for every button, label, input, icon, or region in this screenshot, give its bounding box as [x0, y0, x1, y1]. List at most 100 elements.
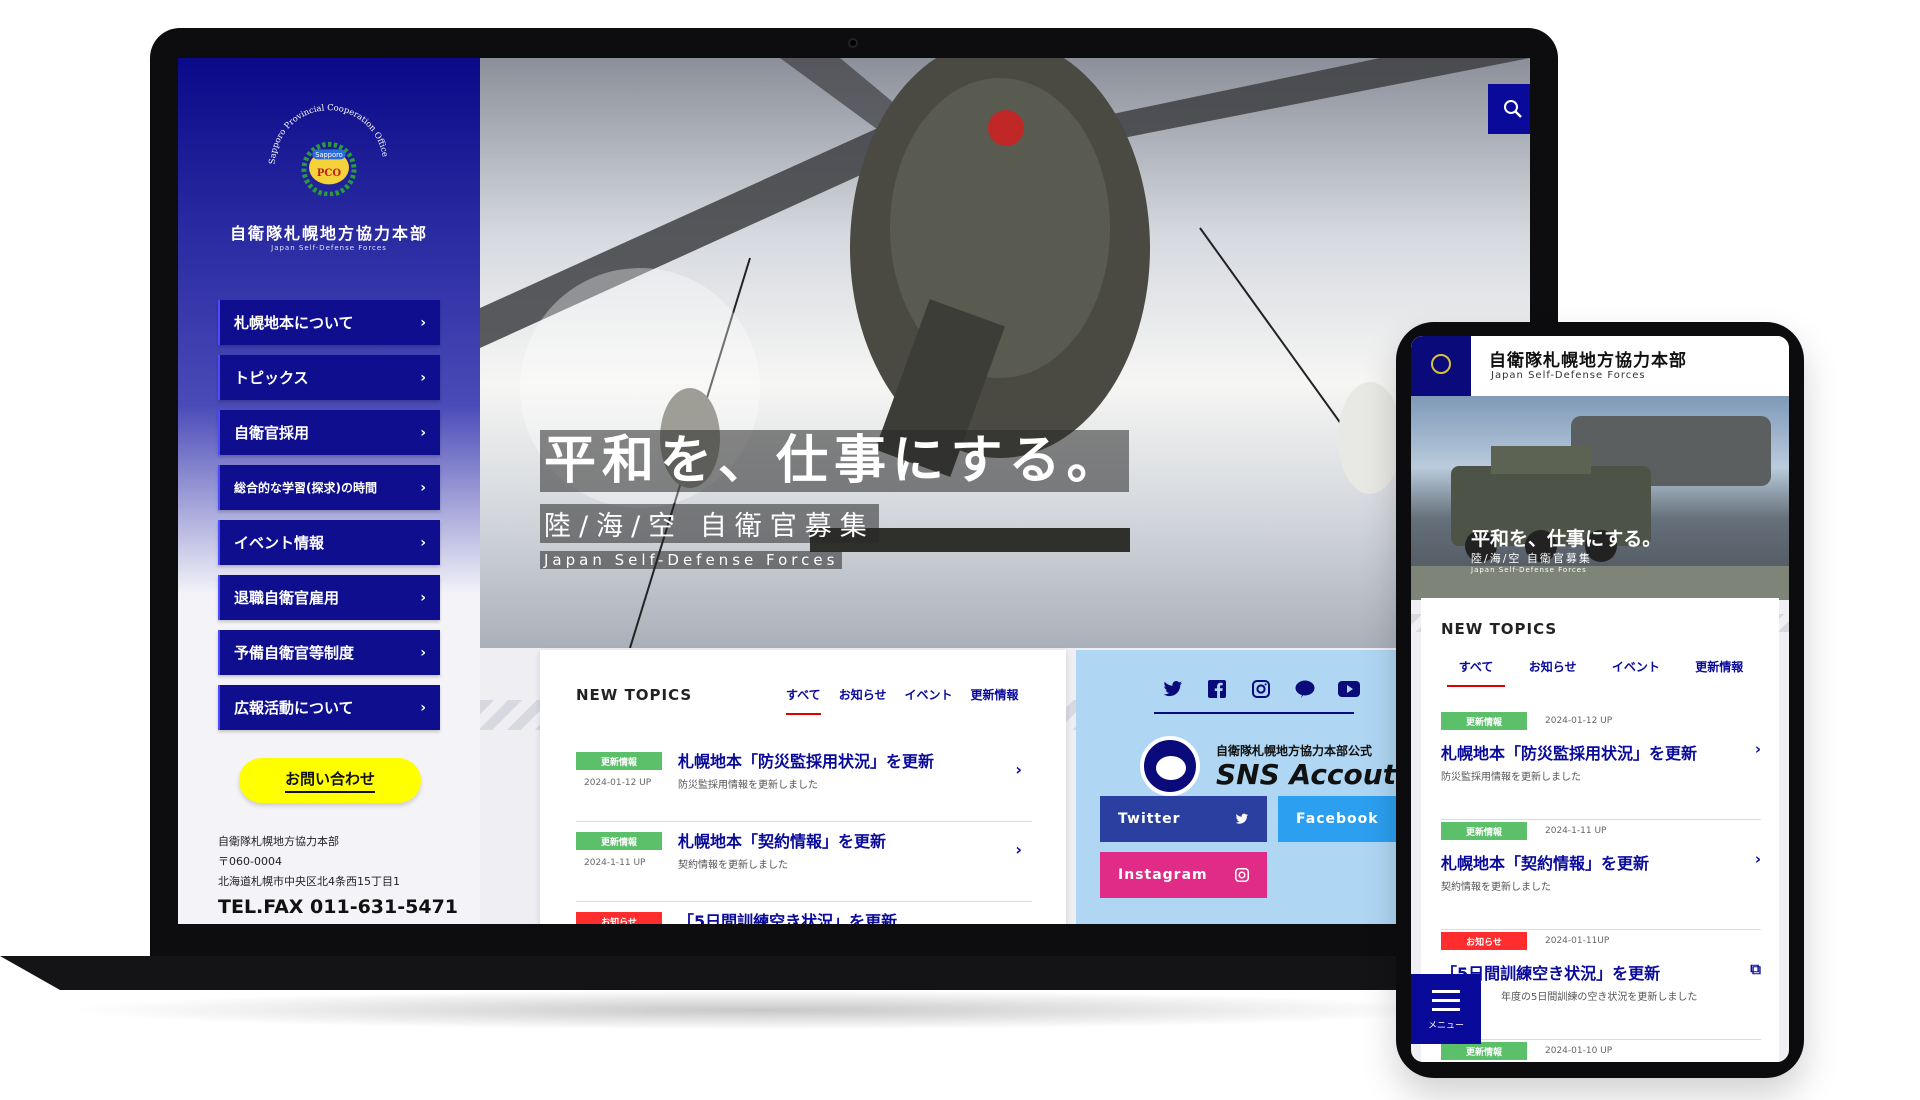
news-item-title: 札幌地本「防災監採用状況」を更新 — [678, 752, 935, 771]
tab-event[interactable]: イベント — [904, 686, 952, 715]
news-date: 2024-01-11UP — [1545, 936, 1610, 946]
phone-logo[interactable] — [1411, 336, 1471, 396]
hamburger-icon — [1432, 990, 1460, 993]
sidebar-item-about[interactable]: 札幌地本について › — [218, 300, 440, 345]
news-date: 2024-1-11 UP — [1545, 826, 1607, 836]
contact-button[interactable]: お問い合わせ — [239, 758, 421, 803]
sns-heading: SNS Accouts — [1216, 758, 1413, 791]
category-badge: お知らせ — [1441, 932, 1527, 950]
news-item[interactable]: お知らせ 「5日間訓練空き状況」を更新 — [576, 902, 1032, 924]
laptop-base — [0, 956, 1500, 990]
youtube-icon[interactable] — [1338, 678, 1360, 700]
sidebar-item-study[interactable]: 総合的な学習(探求)の時間 › — [218, 465, 440, 510]
news-item-desc: 契約情報を更新しました — [1441, 882, 1551, 893]
news-date: 2024-01-12 UP — [584, 778, 652, 788]
sidebar-nav: 札幌地本について › トピックス › 自衛官採用 › 総合的な学習(探求)の時間 › イ… — [218, 300, 440, 740]
phone-site-subtitle: Japan Self-Defense Forces — [1491, 370, 1646, 381]
divider — [1154, 712, 1354, 714]
phone-news-item[interactable]: 更新情報 2024-1-11 UP 札幌地本「契約情報」を更新 契約情報を更新し… — [1441, 822, 1761, 930]
tab-notice[interactable]: お知らせ — [1517, 658, 1589, 687]
tab-update[interactable]: 更新情報 — [1683, 658, 1755, 687]
tab-notice[interactable]: お知らせ — [839, 686, 887, 715]
menu-label: メニュー — [1427, 1021, 1464, 1031]
chevron-right-icon: › — [1015, 760, 1022, 779]
tab-all[interactable]: すべて — [1446, 658, 1506, 687]
hero-headline: 平和を、仕事にする。 — [540, 430, 1129, 492]
news-date: 2024-01-10 UP — [1545, 1046, 1613, 1056]
tab-update[interactable]: 更新情報 — [970, 686, 1018, 715]
sns-icon-row — [1162, 678, 1360, 700]
category-badge: 更新情報 — [1441, 712, 1527, 730]
instagram-icon[interactable] — [1250, 678, 1272, 700]
sidebar-item-label: 総合的な学習(探求)の時間 — [234, 481, 377, 495]
menu-button[interactable]: メニュー — [1411, 974, 1481, 1044]
laptop-shadow — [60, 990, 1460, 1030]
chevron-right-icon: › — [420, 534, 426, 551]
phone-screen: 自衛隊札幌地方協力本部 Japan Self-Defense Forces 平和… — [1411, 336, 1789, 1062]
phone-hero-english: Japan Self-Defense Forces — [1471, 566, 1587, 574]
address-line: 〒060-0004 — [218, 855, 282, 868]
sidebar-item-recruit[interactable]: 自衛官採用 › — [218, 410, 440, 455]
tab-all[interactable]: すべて — [786, 686, 821, 715]
sidebar-item-label: トピックス — [234, 369, 309, 387]
news-panel: NEW TOPICS すべて お知らせ イベント 更新情報 更新情報 2024-… — [540, 650, 1066, 924]
sidebar-item-label: 札幌地本について — [234, 314, 354, 332]
news-title: NEW TOPICS — [576, 686, 693, 704]
facebook-icon[interactable] — [1206, 678, 1228, 700]
hero-catchcopy: 平和を、仕事にする。 陸/海/空 自衛官募集 Japan Self-Defens… — [540, 430, 1129, 569]
hovercraft-illustration — [1411, 416, 1789, 600]
sidebar-item-reserve[interactable]: 予備自衛官等制度 › — [218, 630, 440, 675]
chevron-right-icon: › — [420, 314, 426, 331]
logo-emblem-icon — [1431, 354, 1451, 374]
sidebar-item-label: イベント情報 — [234, 534, 325, 552]
chevron-right-icon: › — [1754, 740, 1761, 758]
sidebar-item-label: 退職自衛官雇用 — [234, 589, 340, 607]
twitter-icon — [1235, 813, 1248, 824]
mascot-icon — [1140, 736, 1200, 796]
sidebar-item-retired[interactable]: 退職自衛官雇用 › — [218, 575, 440, 620]
camera-dot — [848, 38, 858, 48]
logo-mark-text: PCO — [317, 168, 341, 179]
news-date: 2024-1-11 UP — [584, 858, 646, 868]
news-item-desc: 契約情報を更新しました — [678, 860, 788, 871]
instagram-button[interactable]: Instagram — [1100, 852, 1267, 898]
twitter-icon[interactable] — [1162, 678, 1184, 700]
chevron-right-icon: › — [420, 424, 426, 441]
sidebar-item-label: 自衛官採用 — [234, 424, 310, 442]
line-icon[interactable] — [1294, 678, 1316, 700]
chevron-right-icon: › — [1754, 850, 1761, 868]
category-badge: 更新情報 — [576, 832, 662, 850]
phone-news-item[interactable]: 更新情報 2024-01-12 UP 札幌地本「防災監採用状況」を更新 防災監採… — [1441, 712, 1761, 820]
news-item[interactable]: 更新情報 2024-1-11 UP 札幌地本「契約情報」を更新 契約情報を更新し… — [576, 822, 1032, 902]
category-badge: 更新情報 — [576, 752, 662, 770]
news-item-desc: 年度の5日間訓練の空き状況を更新しました — [1501, 992, 1698, 1003]
phone-news-item[interactable]: お知らせ 2024-01-11UP 「5日間訓練空き状況」を更新 年度の5日間訓… — [1441, 932, 1761, 1040]
category-badge: お知らせ — [576, 912, 662, 924]
site-subtitle: Japan Self-Defense Forces — [271, 244, 387, 252]
contact-button-label: お問い合わせ — [284, 768, 375, 793]
phone-news-item[interactable]: 更新情報 2024-01-10 UP — [1441, 1042, 1761, 1062]
external-link-icon: ⧉ — [1750, 960, 1761, 978]
news-item[interactable]: 更新情報 2024-01-12 UP 札幌地本「防災監採用状況」を更新 防災監採… — [576, 742, 1032, 822]
phone-hero-subheadline: 陸/海/空 自衛官募集 — [1471, 552, 1592, 565]
chevron-right-icon: › — [420, 369, 426, 386]
tel-number: TEL.FAX 011-631-5471 — [218, 896, 459, 918]
category-badge: 更新情報 — [1441, 1042, 1527, 1060]
category-badge: 更新情報 — [1441, 822, 1527, 840]
chevron-right-icon: › — [420, 589, 426, 606]
hero-image: 平和を、仕事にする。 陸/海/空 自衛官募集 Japan Self-Defens… — [480, 58, 1530, 648]
sidebar-item-topics[interactable]: トピックス › — [218, 355, 440, 400]
news-item-desc: 防災監採用情報を更新しました — [1441, 772, 1581, 783]
tab-event[interactable]: イベント — [1600, 658, 1672, 687]
sidebar-item-pr[interactable]: 広報活動について › — [218, 685, 440, 730]
phone-site-title: 自衛隊札幌地方協力本部 — [1489, 351, 1687, 371]
search-button[interactable] — [1488, 84, 1530, 134]
site-logo[interactable]: Sapporo Provincial Cooperation Office Sa… — [246, 96, 412, 216]
sidebar-item-events[interactable]: イベント情報 › — [218, 520, 440, 565]
phone-hero-headline: 平和を、仕事にする。 — [1471, 528, 1662, 550]
hero-english: Japan Self-Defense Forces — [540, 551, 843, 569]
news-item-title: 札幌地本「契約情報」を更新 — [678, 832, 887, 851]
logo-emblem-icon: Sapporo Provincial Cooperation Office Sa… — [267, 102, 391, 196]
sidebar-item-label: 予備自衛官等制度 — [234, 644, 355, 662]
twitter-button[interactable]: Twitter — [1100, 796, 1267, 842]
